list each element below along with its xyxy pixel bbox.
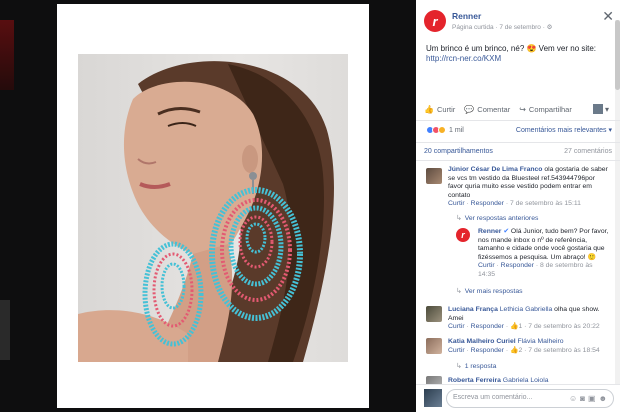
reply-avatar[interactable]: r xyxy=(456,228,470,242)
chevron-down-icon: ▾ xyxy=(604,104,609,114)
photo-viewer xyxy=(0,0,416,412)
divider xyxy=(416,160,620,161)
comment-meta: Curtir · Responder · 7 de setembro às 15… xyxy=(448,200,581,207)
background-page-edge xyxy=(0,20,14,90)
one-reply-link[interactable]: ↳ 1 resposta xyxy=(456,362,496,370)
emoji-icon[interactable]: ☺ xyxy=(569,394,580,403)
scrollbar-thumb[interactable] xyxy=(615,20,620,90)
comment-reply-link[interactable]: Responder xyxy=(471,200,504,207)
comment-reply-link[interactable]: Responder xyxy=(501,262,534,269)
more-replies-link[interactable]: ↳ Ver mais respostas xyxy=(456,287,523,295)
reply-arrow-icon: ↳ xyxy=(456,215,462,222)
comment-time[interactable]: 7 de setembro às 20:22 xyxy=(528,323,599,330)
divider xyxy=(416,142,620,143)
close-icon[interactable]: ✕ xyxy=(602,8,614,25)
comment-meta: Curtir · Responder · 8 de setembro às 14… xyxy=(478,262,593,278)
share-label: Compartilhar xyxy=(528,104,572,114)
reply-comment: Renner ✔ Olá Junior, tudo bem? Por favor… xyxy=(478,228,610,279)
comment-like-link[interactable]: Curtir xyxy=(448,347,465,354)
commenter-avatar[interactable] xyxy=(426,338,442,354)
post-meta: Página curtida · 7 de setembro · ⚙ xyxy=(452,24,553,31)
user-avatar xyxy=(424,389,442,407)
thumbs-up-icon: 👍 xyxy=(424,104,434,114)
commenter-name[interactable]: Roberta Ferreira xyxy=(448,377,501,384)
post-link[interactable]: http://rcn-ner.co/KXM xyxy=(426,54,611,64)
post-text: Um brinco é um brinco, né? 😍 Vem ver no … xyxy=(426,44,611,64)
commenter-name[interactable]: Renner xyxy=(478,228,501,235)
comment-button[interactable]: 💬 Comentar xyxy=(464,105,510,114)
user-avatar xyxy=(592,104,603,114)
page-name[interactable]: Renner xyxy=(452,11,553,21)
like-label: Curtir xyxy=(436,104,456,114)
reply-arrow-icon: ↳ xyxy=(456,363,462,370)
composer-icons: ☺◙▣☻ xyxy=(569,394,610,403)
commenter-name[interactable]: Júnior César De Lima Franco xyxy=(448,166,542,173)
share-count-row: 20 compartilhamentos 27 comentários xyxy=(424,148,612,155)
divider xyxy=(416,120,620,121)
reaction-count[interactable]: 1 mil xyxy=(449,127,464,134)
comment: Katia Malheiro Curiel Flávia Malheiro Cu… xyxy=(448,338,608,355)
tagged-user[interactable]: Lethicia Gabriella xyxy=(500,306,553,313)
comment-count[interactable]: 27 comentários xyxy=(564,148,612,155)
previous-replies-label: Ver respostas anteriores xyxy=(464,215,539,222)
post-side-panel: ✕ r Renner Página curtida · 7 de setembr… xyxy=(416,0,620,412)
reply-arrow-icon: ↳ xyxy=(456,288,462,295)
post-as-selector[interactable]: ▾ xyxy=(592,104,612,114)
comment-reply-link[interactable]: Responder xyxy=(471,347,504,354)
camera-icon[interactable]: ◙ xyxy=(580,394,588,403)
commenter-avatar[interactable] xyxy=(426,168,442,184)
share-icon: ↪ xyxy=(519,104,526,114)
comment-like-link[interactable]: Curtir xyxy=(448,200,465,207)
sticker-icon[interactable]: ☻ xyxy=(599,394,610,403)
wow-reaction-icon[interactable] xyxy=(438,126,446,134)
previous-replies-link[interactable]: ↳ Ver respostas anteriores xyxy=(456,214,538,222)
comment: Júnior César De Lima Franco ola gostaria… xyxy=(448,166,608,209)
background-page-edge xyxy=(0,300,10,360)
comment-meta: Curtir · Responder · 👍2 · 7 de setembro … xyxy=(448,346,600,354)
comment-sort-dropdown[interactable]: Comentários mais relevantes ▾ xyxy=(516,126,612,134)
commenter-avatar[interactable] xyxy=(426,306,442,322)
scrollbar[interactable] xyxy=(615,20,620,400)
commenter-name[interactable]: Katia Malheiro Curiel xyxy=(448,338,516,345)
one-reply-label: 1 resposta xyxy=(464,363,497,370)
comment-icon: 💬 xyxy=(464,104,475,114)
comment-like-link[interactable]: Curtir xyxy=(478,262,495,269)
comment-label: Comentar xyxy=(477,104,511,114)
comment-time[interactable]: 8 de setembro às 14:35 xyxy=(478,262,593,278)
post-caption: Um brinco é um brinco, né? 😍 Vem ver no … xyxy=(426,44,597,53)
photo-card xyxy=(57,4,369,408)
comment-reply-link[interactable]: Responder xyxy=(471,323,504,330)
comment-like-count[interactable]: 2 xyxy=(518,347,522,354)
comment-like-count[interactable]: 1 xyxy=(518,323,522,330)
post-actions: 👍 Curtir 💬 Comentar ↪ Compartilhar ▾ xyxy=(424,104,612,114)
commenter-name[interactable]: Luciana França xyxy=(448,306,498,313)
like-button[interactable]: 👍 Curtir xyxy=(424,105,455,114)
comment-meta: Curtir · Responder · 👍1 · 7 de setembro … xyxy=(448,323,600,330)
comment: Luciana França Lethicia Gabriella olha q… xyxy=(448,306,608,332)
tagged-user[interactable]: Flávia Malheiro xyxy=(518,338,564,345)
model-illustration xyxy=(78,61,334,362)
post-photo[interactable] xyxy=(78,54,348,362)
comment-time[interactable]: 7 de setembro às 15:11 xyxy=(510,200,581,207)
tagged-user[interactable]: Gabriela Loiola xyxy=(503,377,549,384)
share-count[interactable]: 20 compartilhamentos xyxy=(424,148,493,155)
reactions-bar: 1 mil Comentários mais relevantes ▾ xyxy=(426,126,612,134)
comment-like-link[interactable]: Curtir xyxy=(448,323,465,330)
gif-icon[interactable]: ▣ xyxy=(588,394,599,403)
share-button[interactable]: ↪ Compartilhar xyxy=(519,105,572,114)
comment-time[interactable]: 7 de setembro às 18:54 xyxy=(528,347,599,354)
post-header: r Renner Página curtida · 7 de setembro … xyxy=(424,10,553,32)
more-replies-label: Ver mais respostas xyxy=(464,288,523,295)
comment-composer: Escreva um comentário... ☺◙▣☻ xyxy=(416,384,620,412)
page-avatar[interactable]: r xyxy=(424,10,446,32)
